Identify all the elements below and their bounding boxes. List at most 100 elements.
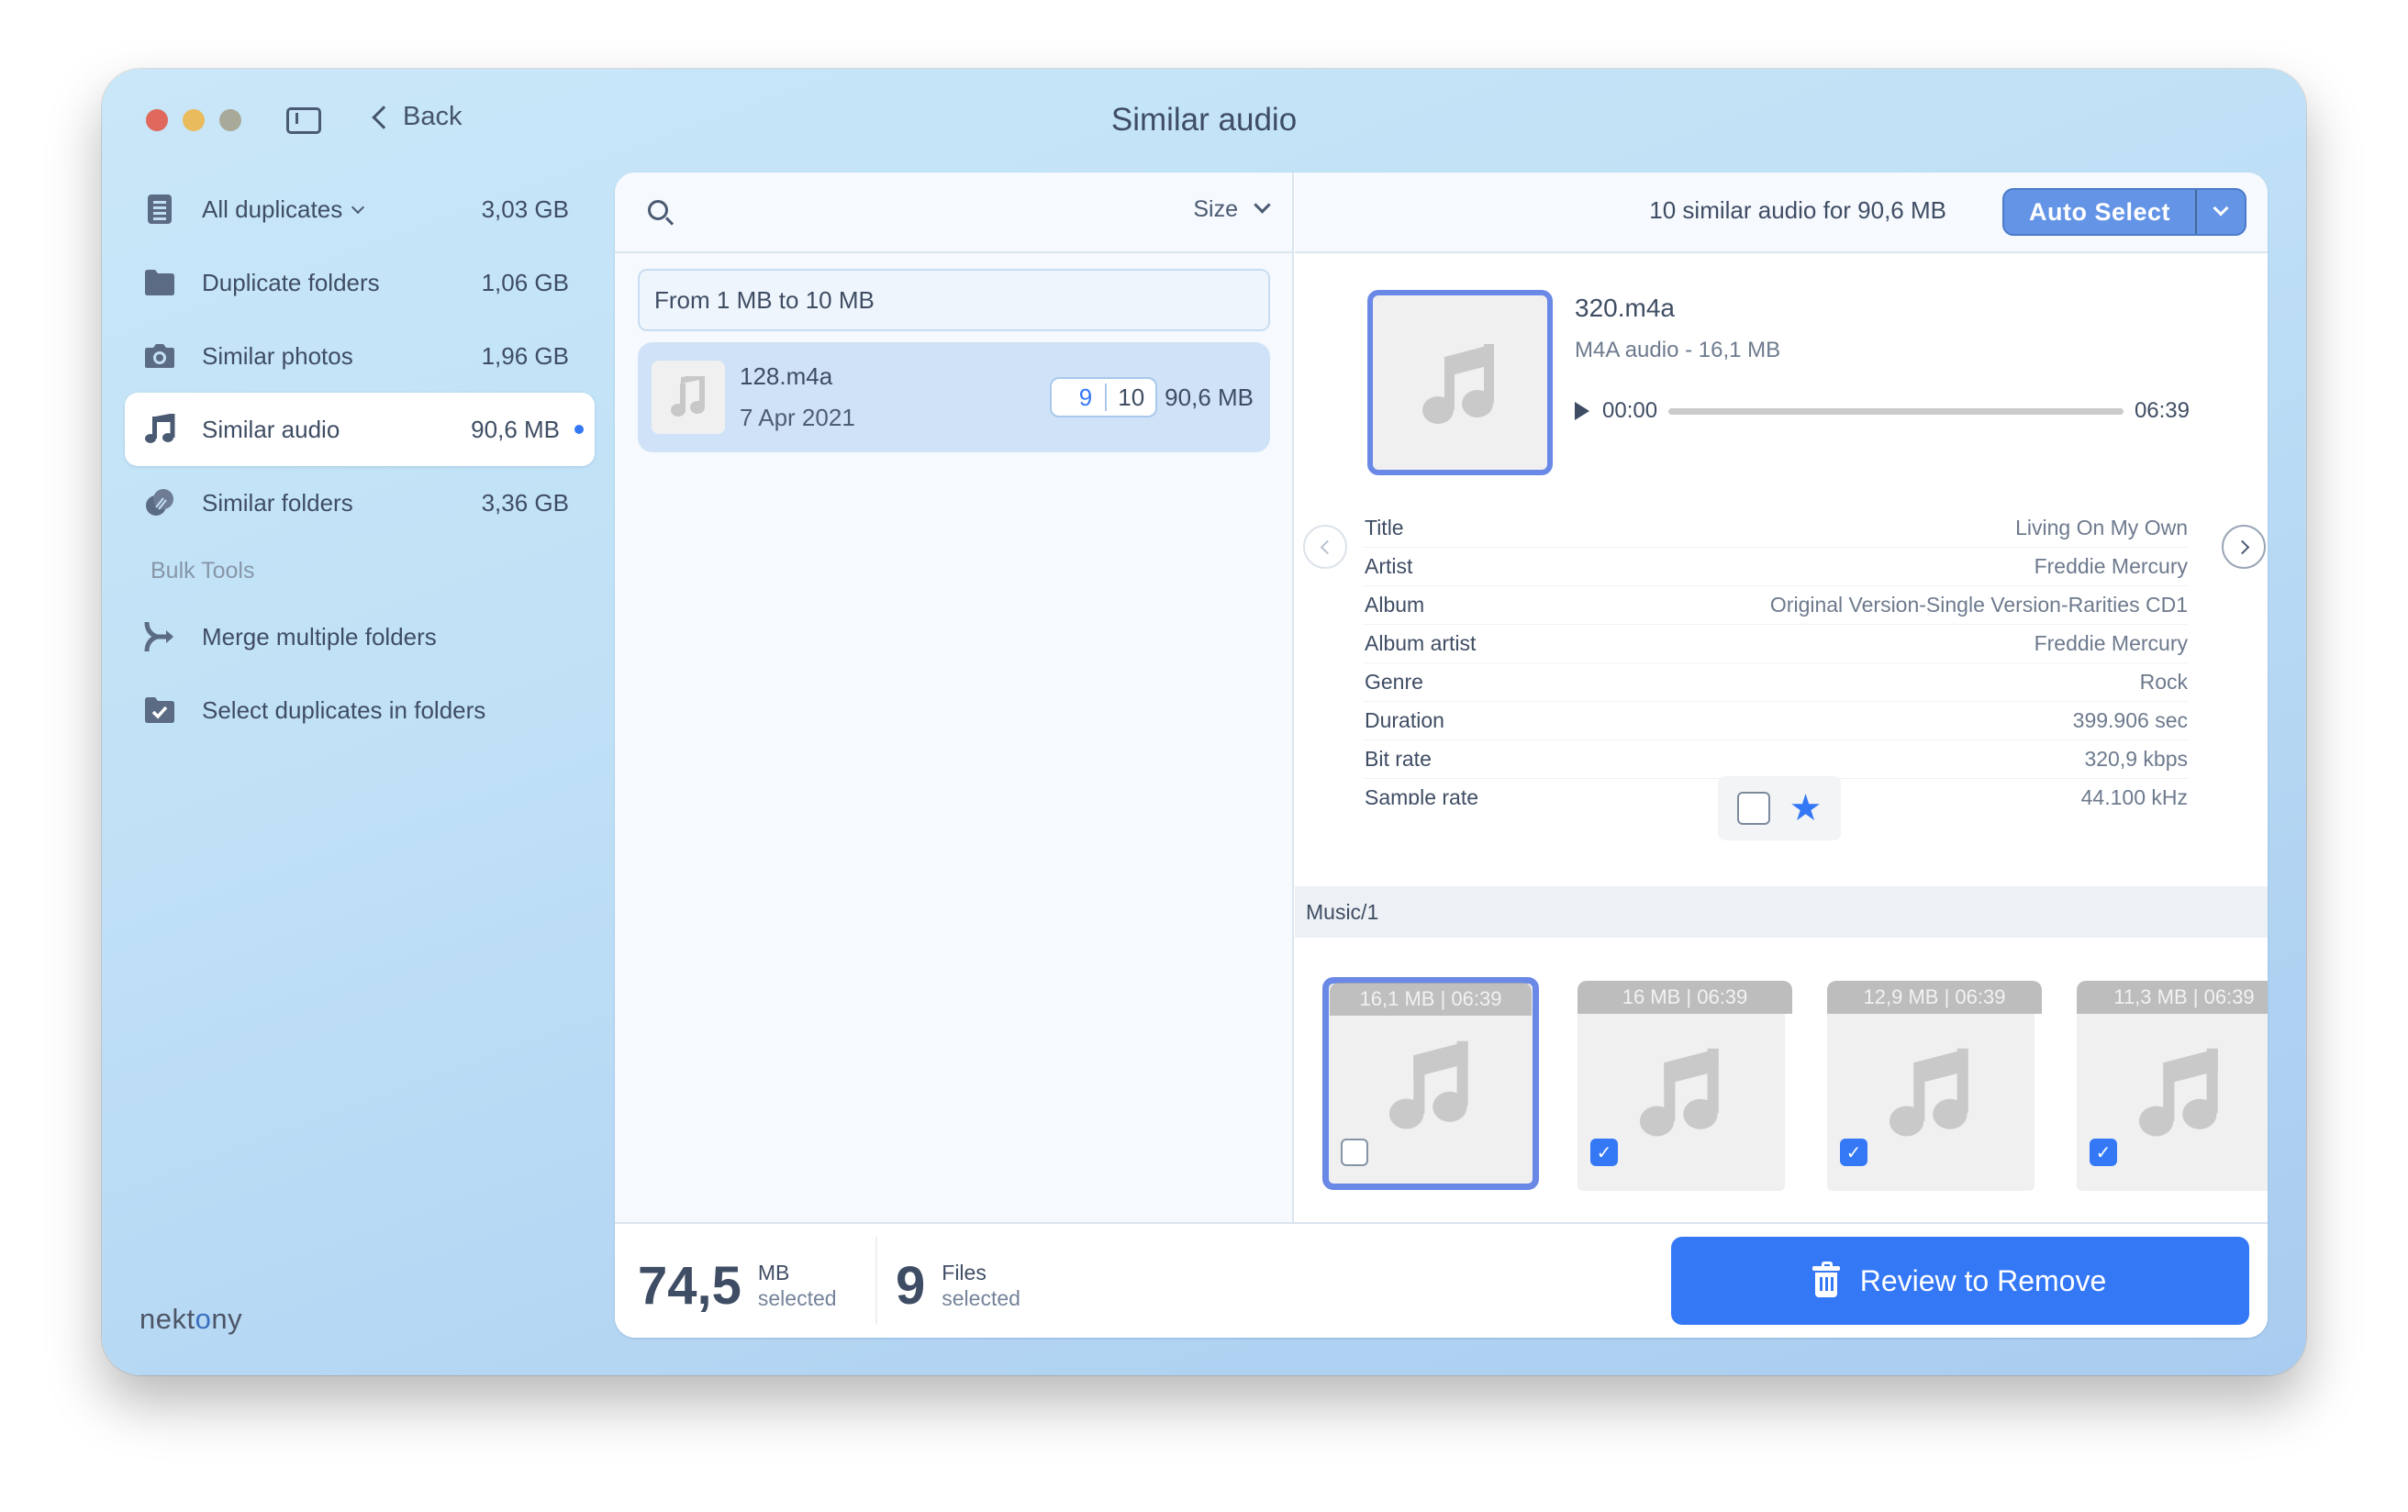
selected-files-unit: Files bbox=[942, 1260, 987, 1284]
music-note-icon bbox=[2138, 1048, 2218, 1136]
auto-select-button[interactable]: Auto Select bbox=[2002, 188, 2246, 236]
preview-quick-actions: ★ bbox=[1718, 776, 1841, 840]
sidebar-item-similar-photos[interactable]: Similar photos 1,96 GB bbox=[125, 319, 595, 393]
selected-size-value: 74,5 bbox=[638, 1256, 741, 1316]
auto-select-label[interactable]: Auto Select bbox=[2004, 190, 2195, 234]
sidebar-item-label: All duplicates bbox=[202, 195, 343, 223]
sort-dropdown[interactable]: Size bbox=[1193, 196, 1271, 223]
total-count: 10 bbox=[1118, 383, 1145, 411]
play-icon[interactable] bbox=[1575, 402, 1589, 420]
auto-select-dropdown[interactable] bbox=[2197, 190, 2245, 234]
thumbnail-label: 16 MB | 06:39 bbox=[1577, 981, 1792, 1014]
selected-files-caption: selected bbox=[942, 1285, 1020, 1310]
metadata-key: Album bbox=[1365, 593, 1425, 617]
thumbnail-item[interactable]: 16 MB | 06:39 ✓ bbox=[1570, 973, 1792, 1194]
metadata-row: Album artist Freddie Mercury bbox=[1363, 625, 2188, 663]
music-note-icon bbox=[143, 413, 176, 446]
audio-preview bbox=[1367, 290, 1553, 475]
sidebar-item-all-duplicates[interactable]: All duplicates 3,03 GB bbox=[125, 172, 595, 246]
list-item[interactable]: 128.m4a 7 Apr 2021 9 10 90,6 MB bbox=[638, 342, 1270, 452]
previous-file-button[interactable] bbox=[1303, 525, 1347, 569]
metadata-key: Title bbox=[1365, 516, 1404, 539]
thumbnail-item[interactable]: 16,1 MB | 06:39 bbox=[1321, 973, 1541, 1194]
metadata-row: Duration 399.906 sec bbox=[1363, 702, 2188, 740]
metadata-value: Original Version-Single Version-Rarities… bbox=[1769, 593, 2188, 617]
metadata-key: Genre bbox=[1365, 670, 1423, 694]
sidebar-item-duplicate-folders[interactable]: Duplicate folders 1,06 GB bbox=[125, 246, 595, 319]
metadata-value: Rock bbox=[2139, 670, 2188, 694]
selected-size-stat: 74,5 MB selected bbox=[638, 1255, 837, 1317]
document-list-icon bbox=[143, 193, 176, 226]
thumbnail-item[interactable]: 12,9 MB | 06:39 ✓ bbox=[1820, 973, 2042, 1194]
list-toolbar: Size bbox=[615, 172, 1292, 253]
selected-size-caption: selected bbox=[757, 1285, 837, 1310]
chevron-down-icon[interactable] bbox=[351, 200, 365, 214]
detail-toolbar: 10 similar audio for 90,6 MB Auto Select bbox=[1295, 172, 2268, 253]
audio-player: 00:00 06:39 bbox=[1575, 397, 2190, 425]
sidebar-item-similar-folders[interactable]: Similar folders 3,36 GB bbox=[125, 466, 595, 539]
duplicate-thumbnails: 16,1 MB | 06:39 16 MB | 06:39 ✓ 12,9 MB … bbox=[1321, 973, 2268, 1194]
trash-icon bbox=[1812, 1262, 1840, 1297]
playback-scrubber[interactable] bbox=[1668, 407, 2124, 415]
chevron-down-icon bbox=[2213, 200, 2229, 217]
thumbnail-checkbox[interactable]: ✓ bbox=[1840, 1139, 1867, 1166]
sidebar-tool-label: Merge multiple folders bbox=[202, 622, 437, 650]
size-group-header[interactable]: From 1 MB to 10 MB bbox=[638, 269, 1270, 331]
sidebar-tool-merge-folders[interactable]: Merge multiple folders bbox=[125, 600, 595, 673]
group-file-name: 128.m4a bbox=[740, 362, 833, 390]
sidebar-tool-label: Select duplicates in folders bbox=[202, 695, 486, 724]
thumbnail-label: 16,1 MB | 06:39 bbox=[1330, 983, 1532, 1016]
folder-icon bbox=[143, 266, 176, 299]
metadata-value: 399.906 sec bbox=[2072, 708, 2188, 732]
selected-size-unit: MB bbox=[757, 1260, 790, 1284]
music-note-icon bbox=[1388, 1040, 1468, 1129]
selection-footer: 74,5 MB selected 9 Files selected Review… bbox=[615, 1222, 2268, 1338]
sidebar-item-similar-audio[interactable]: Similar audio 90,6 MB bbox=[125, 393, 595, 466]
preview-file-name: 320.m4a bbox=[1575, 294, 1675, 322]
metadata-value: 44,100 kHz bbox=[2080, 785, 2188, 805]
metadata-value: Freddie Mercury bbox=[2034, 554, 2188, 578]
sidebar-item-label: Duplicate folders bbox=[202, 268, 380, 296]
preview-file-meta: M4A audio - 16,1 MB bbox=[1575, 338, 1781, 362]
sidebar: All duplicates 3,03 GB Duplicate folders… bbox=[125, 172, 595, 747]
metadata-key: Artist bbox=[1365, 554, 1413, 578]
sidebar-tool-select-duplicates[interactable]: Select duplicates in folders bbox=[125, 673, 595, 747]
folder-check-icon bbox=[143, 694, 176, 727]
chevron-right-icon bbox=[2235, 539, 2249, 554]
metadata-value: 320,9 kbps bbox=[2084, 747, 2188, 771]
detail-pane: 10 similar audio for 90,6 MB Auto Select… bbox=[1295, 172, 2268, 1222]
next-file-button[interactable] bbox=[2222, 525, 2266, 569]
group-size: 90,6 MB bbox=[1165, 383, 1254, 411]
review-to-remove-button[interactable]: Review to Remove bbox=[1671, 1237, 2249, 1325]
music-note-icon bbox=[1889, 1048, 1968, 1136]
metadata-row: Artist Freddie Mercury bbox=[1363, 548, 2188, 586]
sidebar-item-label: Similar photos bbox=[202, 341, 353, 370]
groups-list-pane: Size From 1 MB to 10 MB 128.m4a 7 Apr 20… bbox=[615, 172, 1294, 1222]
thumbnail-checkbox[interactable]: ✓ bbox=[1590, 1139, 1618, 1166]
active-indicator-dot bbox=[574, 425, 584, 434]
sidebar-item-label: Similar audio bbox=[202, 415, 340, 443]
sidebar-item-size: 1,06 GB bbox=[481, 268, 569, 296]
sidebar-item-size: 1,96 GB bbox=[481, 341, 569, 370]
bulk-tools-heading: Bulk Tools bbox=[150, 558, 255, 584]
nektony-logo: nektony bbox=[139, 1303, 243, 1335]
metadata-value: Living On My Own bbox=[2015, 516, 2188, 539]
metadata-table: Title Living On My Own Artist Freddie Merc… bbox=[1363, 509, 2188, 805]
sidebar-item-size: 90,6 MB bbox=[471, 415, 560, 443]
selected-count: 9 bbox=[1078, 383, 1093, 411]
selected-files-stat: 9 Files selected bbox=[896, 1255, 1020, 1317]
thumbnail-label: 11,3 MB | 06:39 bbox=[2077, 981, 2268, 1014]
metadata-key: Sample rate bbox=[1365, 785, 1479, 805]
music-note-icon bbox=[1639, 1048, 1719, 1136]
star-icon[interactable]: ★ bbox=[1789, 790, 1823, 827]
sidebar-item-size: 3,36 GB bbox=[481, 488, 569, 517]
search-icon[interactable] bbox=[648, 200, 668, 220]
thumbnail-checkbox[interactable] bbox=[1341, 1139, 1368, 1166]
metadata-key: Album artist bbox=[1365, 631, 1477, 655]
sort-label: Size bbox=[1193, 196, 1238, 222]
mark-for-removal-checkbox[interactable] bbox=[1736, 792, 1770, 825]
metadata-row: Title Living On My Own bbox=[1363, 509, 2188, 548]
thumbnail-item[interactable]: 11,3 MB | 06:39 ✓ bbox=[2069, 973, 2268, 1194]
window-title: Similar audio bbox=[1110, 102, 1298, 138]
thumbnail-checkbox[interactable]: ✓ bbox=[2090, 1139, 2117, 1166]
